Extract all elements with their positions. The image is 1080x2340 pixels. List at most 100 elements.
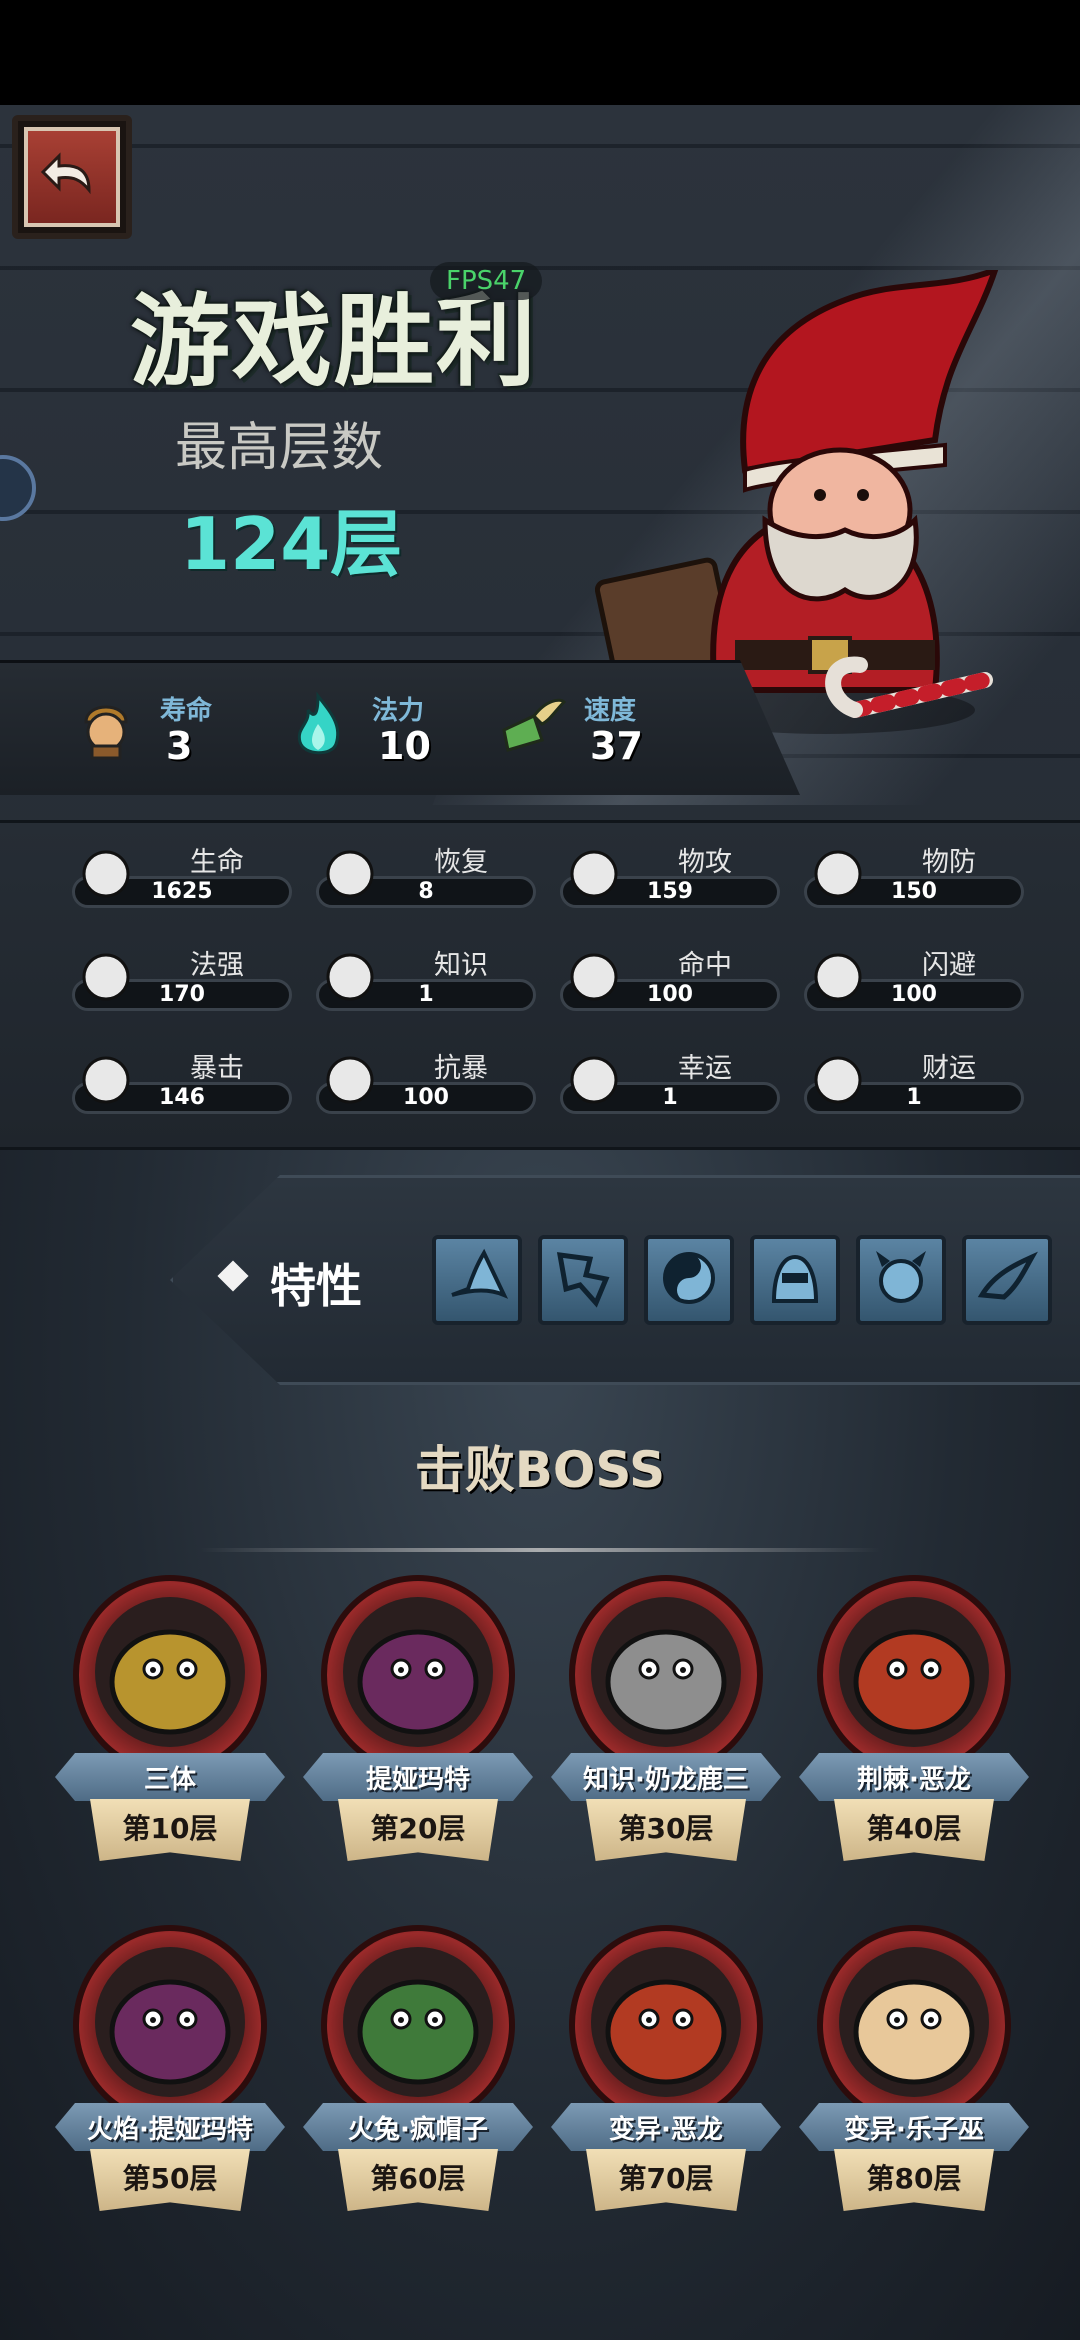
- attribute-label: 闪避: [922, 950, 976, 981]
- back-arrow-icon: [24, 127, 120, 227]
- attribute-label: 物防: [922, 847, 976, 878]
- attribute-value: 1: [418, 982, 434, 1007]
- attribute-5: 法强 170: [72, 941, 292, 1021]
- stat-speed: 速度 37: [494, 690, 664, 780]
- broken-scroll-icon: [550, 1245, 616, 1315]
- hooded-thief-icon: [762, 1245, 828, 1315]
- boss-portrait: [95, 1597, 245, 1747]
- boss-portrait: [839, 1597, 989, 1747]
- trait-slot-6[interactable]: [962, 1235, 1052, 1325]
- boss-portrait: [343, 1947, 493, 2097]
- boss-floor: 第50层: [122, 2162, 218, 2195]
- boss-card[interactable]: 知识·奶龙鹿三 第30层: [551, 1575, 781, 1895]
- boss-portrait: [591, 1947, 741, 2097]
- fps-counter: FPS47: [430, 262, 543, 300]
- defeated-boss-title: 击败BOSS: [414, 1441, 666, 1499]
- stat-value: 3: [166, 724, 193, 768]
- boss-card[interactable]: 变异·乐子巫 第80层: [799, 1925, 1029, 2245]
- stat-label: 寿命: [160, 696, 213, 726]
- attribute-value: 100: [403, 1085, 449, 1110]
- boss-name: 火兔·疯帽子: [348, 2115, 488, 2145]
- back-button[interactable]: [12, 115, 132, 239]
- flame-icon: [282, 690, 354, 762]
- trait-slot-2[interactable]: [538, 1235, 628, 1325]
- trait-slot-1[interactable]: [432, 1235, 522, 1325]
- trait-slot-5[interactable]: [856, 1235, 946, 1325]
- horned-demon-icon: [868, 1245, 934, 1315]
- boss-card[interactable]: 变异·恶龙第70层: [551, 1925, 781, 2245]
- winged-boot-icon: [494, 690, 567, 762]
- attribute-label: 抗暴: [434, 1053, 488, 1084]
- attribute-value: 159: [647, 879, 693, 904]
- stat-lifespan: 寿命 3: [70, 690, 220, 780]
- attribute-label: 命中: [678, 950, 732, 981]
- traits-title: 特性: [270, 1259, 362, 1313]
- attribute-value: 100: [891, 982, 937, 1007]
- boss-card[interactable]: 荆棘·恶龙第40层: [799, 1575, 1029, 1895]
- boss-name: 变异·乐子巫: [844, 2115, 984, 2145]
- boss-floor: 第70层: [618, 2162, 714, 2195]
- stat-label: 速度: [584, 696, 637, 726]
- boss-card[interactable]: 火兔·疯帽子 第60层: [303, 1925, 533, 2245]
- boss-name: 荆棘·恶龙: [857, 1765, 971, 1795]
- attribute-label: 法强: [190, 950, 244, 981]
- max-floor-label: 最高层数: [175, 418, 384, 478]
- boss-card[interactable]: 提娅玛特第20层: [303, 1575, 533, 1895]
- boss-floor: 第10层: [122, 1812, 218, 1845]
- attribute-label: 暴击: [190, 1053, 244, 1084]
- attribute-value: 8: [418, 879, 434, 904]
- boss-name: 三体: [143, 1765, 196, 1795]
- attribute-1: 生命 1625: [72, 838, 292, 918]
- boss-floor: 第20层: [370, 1812, 466, 1845]
- stat-label: 法力: [372, 696, 425, 726]
- status-bar: [0, 0, 1080, 105]
- swirl-wing-icon: [974, 1245, 1040, 1315]
- section-divider: [200, 1548, 880, 1552]
- boss-card[interactable]: 火焰·提娅玛特 第50层: [55, 1925, 285, 2245]
- yin-yang-icon: [656, 1245, 722, 1315]
- attribute-value: 150: [891, 879, 937, 904]
- boss-floor: 第80层: [866, 2162, 962, 2195]
- boss-name: 变异·恶龙: [609, 2115, 723, 2145]
- boss-portrait: [95, 1947, 245, 2097]
- attribute-label: 财运: [922, 1053, 976, 1084]
- attribute-label: 知识: [434, 950, 488, 981]
- attribute-value: 1: [662, 1085, 678, 1110]
- attribute-4: 物防 150: [804, 838, 1024, 918]
- boss-name: 火焰·提娅玛特: [87, 2115, 253, 2145]
- attribute-2: 恢复 8: [316, 838, 536, 918]
- attribute-value: 1: [906, 1085, 922, 1110]
- attribute-11: 幸运 1: [560, 1044, 780, 1124]
- attribute-9: 暴击 146: [72, 1044, 292, 1124]
- stat-value: 37: [590, 724, 643, 768]
- attribute-value: 100: [647, 982, 693, 1007]
- trait-slot-4[interactable]: [750, 1235, 840, 1325]
- boss-card[interactable]: 三体第10层: [55, 1575, 285, 1895]
- stat-value: 10: [378, 724, 431, 768]
- max-floor-value: 124层: [180, 502, 403, 586]
- attribute-label: 恢复: [434, 847, 488, 878]
- boss-portrait: [343, 1597, 493, 1747]
- attribute-value: 170: [159, 982, 205, 1007]
- boss-portrait: [839, 1947, 989, 2097]
- attribute-label: 生命: [190, 847, 244, 878]
- stat-mana: 法力 10: [282, 690, 432, 780]
- boss-name: 知识·奶龙鹿三: [583, 1765, 749, 1795]
- attribute-10: 抗暴 100: [316, 1044, 536, 1124]
- boss-floor: 第30层: [618, 1812, 714, 1845]
- attribute-12: 财运 1: [804, 1044, 1024, 1124]
- attribute-value: 1625: [151, 879, 213, 904]
- boss-floor: 第60层: [370, 2162, 466, 2195]
- attribute-label: 物攻: [678, 847, 732, 878]
- attribute-6: 知识 1: [316, 941, 536, 1021]
- attribute-3: 物攻 159: [560, 838, 780, 918]
- trait-slot-3[interactable]: [644, 1235, 734, 1325]
- warrior-head-icon: [70, 690, 142, 762]
- attribute-7: 命中 100: [560, 941, 780, 1021]
- attribute-value: 146: [159, 1085, 205, 1110]
- boss-floor: 第40层: [866, 1812, 962, 1845]
- wizard-hat-icon: [444, 1245, 510, 1315]
- attribute-8: 闪避 100: [804, 941, 1024, 1021]
- attribute-label: 幸运: [678, 1053, 732, 1084]
- boss-name: 提娅玛特: [365, 1765, 470, 1795]
